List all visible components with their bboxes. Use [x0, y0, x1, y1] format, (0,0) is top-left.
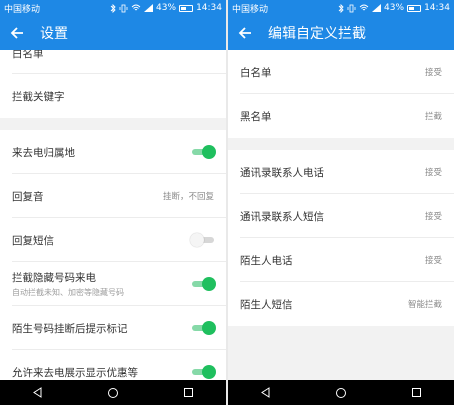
navigation-bar: [0, 380, 226, 405]
signal-icon: [372, 4, 382, 12]
battery-percent: 43%: [384, 3, 405, 13]
rule-item-value: 接受: [424, 168, 442, 178]
reply-sms-toggle[interactable]: [190, 233, 214, 247]
app-bar: 编辑自定义拦截: [228, 16, 454, 50]
settings-item-label: 陌生号码挂断后提示标记: [12, 322, 128, 335]
rule-item-label: 黑名单: [240, 110, 272, 123]
settings-item-label: 允许来去电展示显示优惠等: [12, 366, 138, 379]
settings-item-block-keywords[interactable]: 拦截关键字: [0, 74, 226, 118]
rule-item-label: 通讯录联系人短信: [240, 210, 324, 223]
clock: 14:34: [196, 3, 222, 13]
home-circle-icon[interactable]: [98, 380, 128, 405]
settings-item-reply-sms[interactable]: 回复短信: [0, 218, 226, 262]
rule-item-label: 陌生人短信: [240, 298, 293, 311]
rule-item-label: 通讯录联系人电话: [240, 166, 324, 179]
back-triangle-icon[interactable]: [251, 380, 281, 405]
caller-location-toggle[interactable]: [192, 145, 216, 159]
wifi-icon: [131, 4, 141, 12]
carrier-label: 中国移动: [4, 4, 41, 15]
rule-item-stranger-sms[interactable]: 陌生人短信 智能拦截: [228, 282, 454, 326]
section-divider: [228, 138, 454, 150]
wifi-icon: [359, 4, 369, 12]
settings-item-label: 拦截隐藏号码来电: [12, 272, 96, 284]
page-title: 编辑自定义拦截: [268, 26, 366, 42]
settings-item-label: 白名单: [12, 50, 44, 60]
bluetooth-icon: [338, 3, 344, 13]
bluetooth-icon: [110, 3, 116, 13]
recents-square-icon[interactable]: [401, 380, 431, 405]
custom-block-screen: 中国移动 43% 14:34 编辑自定义拦截 白名单 接受 黑名单 拦截 通讯录…: [228, 0, 454, 405]
battery-icon: [407, 4, 422, 12]
rule-item-whitelist[interactable]: 白名单 接受: [228, 50, 454, 94]
recents-square-icon[interactable]: [173, 380, 203, 405]
stranger-mark-prompt-toggle[interactable]: [192, 321, 216, 335]
rule-item-value: 接受: [424, 212, 442, 222]
back-triangle-icon[interactable]: [23, 380, 53, 405]
carrier-label: 中国移动: [232, 4, 269, 15]
status-bar: 中国移动 43% 14:34: [0, 0, 226, 16]
settings-item-show-offers[interactable]: 允许来去电展示显示优惠等: [0, 350, 226, 380]
arrow-left-icon[interactable]: [228, 16, 262, 50]
rule-item-value: 接受: [424, 68, 442, 78]
vibrate-icon: [347, 4, 356, 13]
settings-item-label: 回复音: [12, 190, 44, 203]
rule-item-value: 智能拦截: [407, 300, 442, 310]
rule-item-label: 白名单: [240, 66, 272, 79]
block-hidden-numbers-toggle[interactable]: [192, 277, 216, 291]
rule-item-value: 接受: [424, 256, 442, 266]
arrow-left-icon[interactable]: [0, 16, 34, 50]
settings-item-whitelist[interactable]: 白名单: [0, 50, 226, 74]
settings-item-sublabel: 自动拦截未知、加密等隐藏号码: [12, 288, 124, 297]
home-circle-icon[interactable]: [326, 380, 356, 405]
settings-list: 白名单 拦截关键字 来去电归属地 回复音 挂断，不回复 回复短信 拦截隐藏号码来…: [0, 50, 226, 380]
settings-item-block-hidden-numbers[interactable]: 拦截隐藏号码来电 自动拦截未知、加密等隐藏号码: [0, 262, 226, 306]
page-title: 设置: [40, 26, 68, 42]
battery-percent: 43%: [156, 3, 177, 13]
settings-item-label: 回复短信: [12, 234, 54, 247]
rule-item-contact-sms[interactable]: 通讯录联系人短信 接受: [228, 194, 454, 238]
rule-item-label: 陌生人电话: [240, 254, 293, 267]
custom-block-list: 白名单 接受 黑名单 拦截 通讯录联系人电话 接受 通讯录联系人短信 接受 陌生…: [228, 50, 454, 380]
settings-item-reply-tone[interactable]: 回复音 挂断，不回复: [0, 174, 226, 218]
rule-item-stranger-calls[interactable]: 陌生人电话 接受: [228, 238, 454, 282]
status-bar: 中国移动 43% 14:34: [228, 0, 454, 16]
section-divider: [0, 118, 226, 130]
signal-icon: [144, 4, 154, 12]
battery-icon: [179, 4, 194, 12]
vibrate-icon: [119, 4, 128, 13]
rule-item-blacklist[interactable]: 黑名单 拦截: [228, 94, 454, 138]
rule-item-contact-calls[interactable]: 通讯录联系人电话 接受: [228, 150, 454, 194]
rule-item-value: 拦截: [424, 112, 442, 122]
show-offers-toggle[interactable]: [192, 365, 216, 379]
settings-screen: 中国移动 43% 14:34 设置 白名单 拦截关键字 来去电归属地 回复音 挂…: [0, 0, 226, 405]
settings-item-caller-location[interactable]: 来去电归属地: [0, 130, 226, 174]
settings-item-stranger-mark-prompt[interactable]: 陌生号码挂断后提示标记: [0, 306, 226, 350]
reply-tone-value: 挂断，不回复: [162, 192, 214, 202]
clock: 14:34: [424, 3, 450, 13]
app-bar: 设置: [0, 16, 226, 50]
navigation-bar: [228, 380, 454, 405]
settings-item-label: 来去电归属地: [12, 146, 75, 159]
empty-area: [228, 326, 454, 380]
settings-item-label: 拦截关键字: [12, 90, 65, 103]
